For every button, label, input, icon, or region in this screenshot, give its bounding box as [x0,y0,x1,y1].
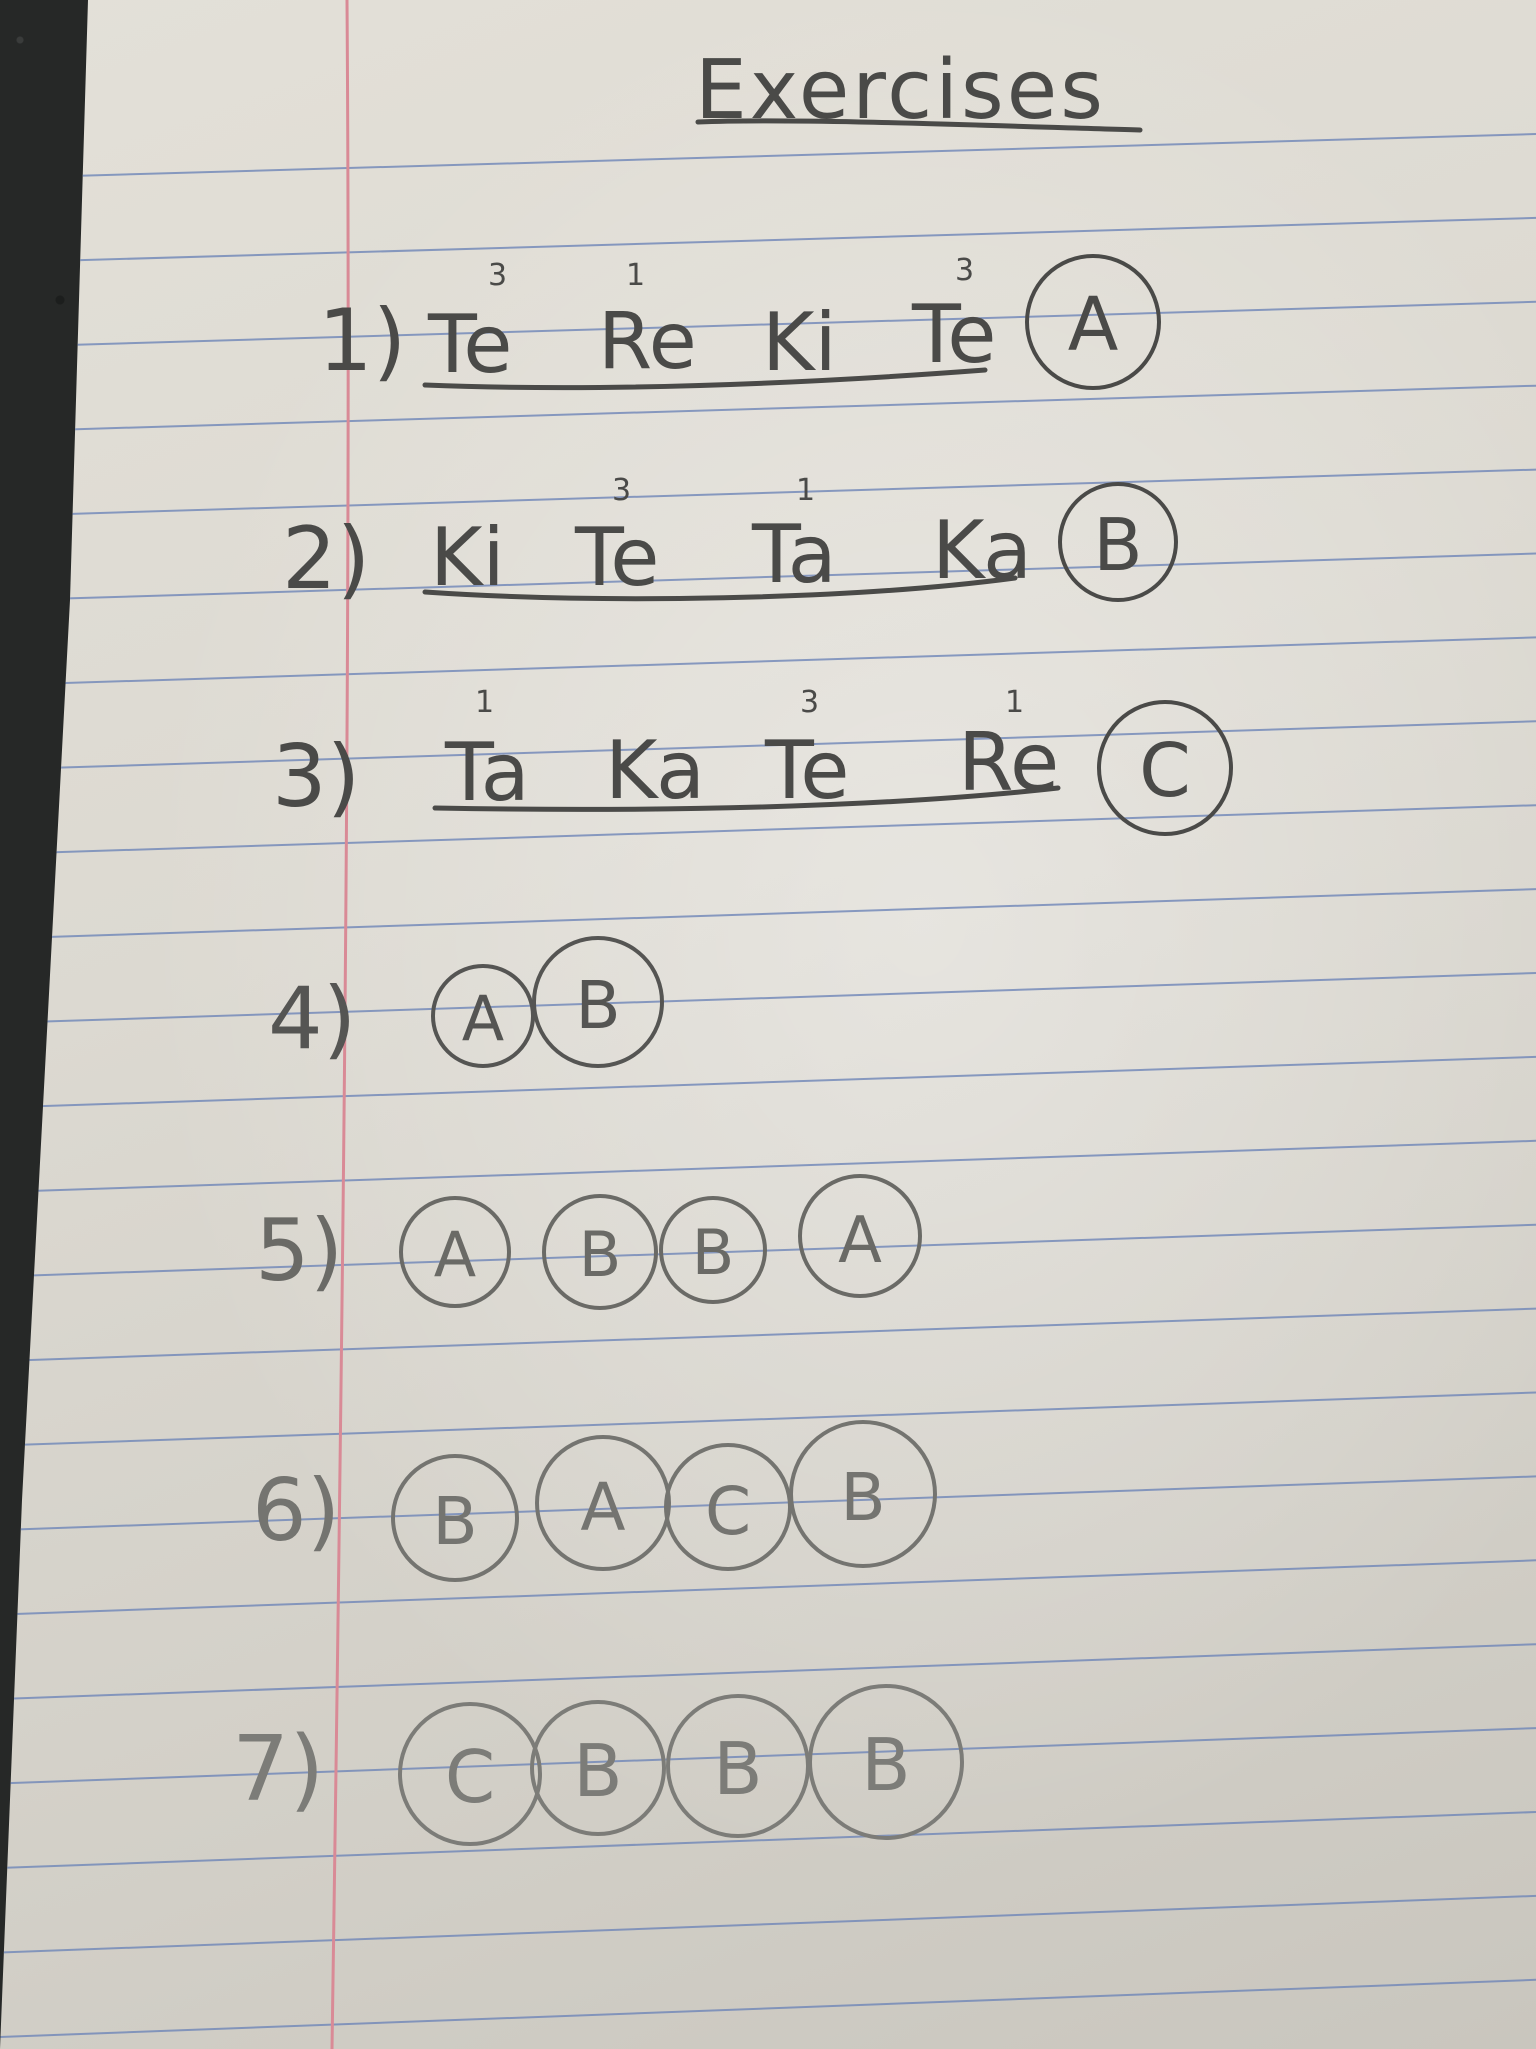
syllable: Te [427,298,513,391]
exercise-6: 6) B A C B [252,1420,937,1582]
exercise-number: 3) [272,727,360,827]
exercise-label: B [575,967,620,1044]
exercise-label: B [579,1218,622,1291]
beat-mark: 3 [488,258,507,293]
syllable: Ki [762,296,837,389]
beat-mark: 3 [955,253,974,288]
exercise-label: A [1068,282,1119,368]
exercise-7: 7) C B B B [232,1684,964,1846]
beat-mark: 3 [800,685,819,720]
exercise-number: 7) [232,1717,324,1822]
beat-mark: 1 [475,685,494,720]
exercise-label: B [573,1729,622,1813]
exercise-number: 2) [282,509,370,609]
beat-mark: 1 [626,258,645,293]
exercise-label: A [434,1218,476,1291]
handwriting-layer: Exercises 1) 3 Te 1 Re Ki 3 Te A 2) Ki 3… [232,43,1233,1846]
title-heading: Exercises [695,43,1143,138]
exercise-label: A [462,982,504,1055]
exercise-label: C [445,1735,495,1819]
exercise-1: 1) 3 Te 1 Re Ki 3 Te A [318,253,1161,391]
exercise-5: 5) A B B A [255,1174,922,1310]
exercise-2: 2) Ki 3 Te 1 Ta Ka B [282,473,1178,609]
exercise-number: 6) [252,1461,340,1561]
syllable: Ki [430,511,505,604]
exercise-label: A [838,1204,882,1278]
syllable: Ta [751,508,837,601]
exercise-label: B [713,1727,762,1811]
underline [422,575,1018,602]
exercise-label: B [1093,503,1142,587]
beat-mark: 3 [612,473,631,508]
exercise-number: 4) [268,969,356,1069]
exercise-label: C [705,1473,751,1550]
syllable: Re [598,297,697,387]
exercise-number: 5) [255,1201,343,1301]
exercise-number: 1) [318,291,406,391]
syllable: Ta [444,726,530,819]
exercise-label: B [840,1459,885,1536]
beat-mark: 1 [1005,685,1024,720]
syllable: Te [574,511,660,604]
exercise-label: A [580,1469,625,1546]
exercise-label: B [861,1723,910,1807]
exercise-label: C [1139,728,1191,814]
syllable: Te [911,288,997,381]
exercise-label: B [692,1216,735,1289]
exercise-3: 3) 1 Ta Ka 3 Te 1 Re C [272,685,1233,836]
exercise-label: B [432,1483,477,1560]
beat-mark: 1 [796,473,815,508]
syllable: Ka [605,724,705,817]
exercise-4: 4) A B [268,936,664,1069]
